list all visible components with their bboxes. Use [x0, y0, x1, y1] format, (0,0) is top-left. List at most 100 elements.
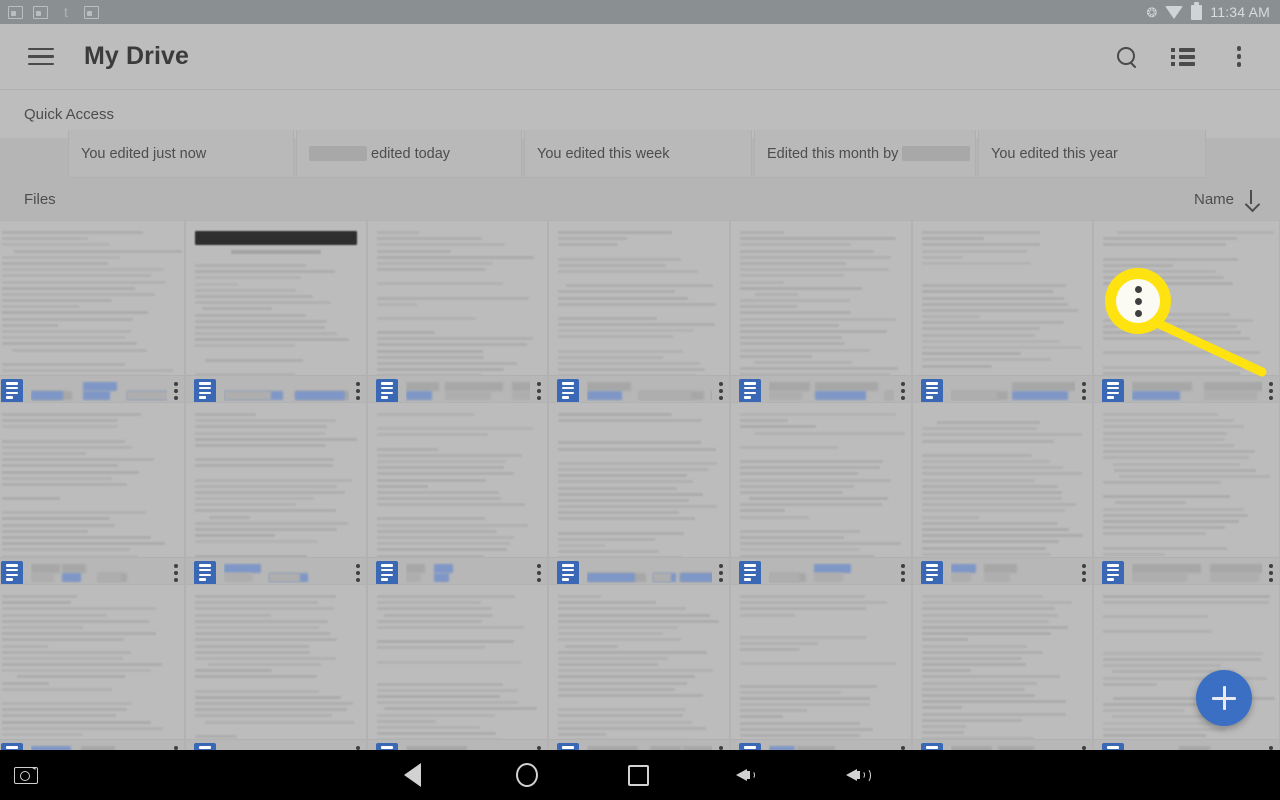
file-card[interactable]	[185, 220, 367, 406]
thumbnail-text-line	[377, 619, 483, 623]
file-name-blur-segment	[97, 572, 122, 582]
file-card[interactable]	[1093, 220, 1280, 406]
thumbnail-text-line	[558, 302, 716, 306]
quick-access-card[interactable]: You edited this year	[978, 130, 1206, 178]
status-clock: 11:34 AM	[1210, 4, 1270, 20]
file-card[interactable]	[185, 584, 367, 760]
file-name-blur-segment	[31, 572, 54, 582]
file-item-overflow-menu[interactable]	[900, 381, 905, 400]
file-card[interactable]	[730, 402, 912, 588]
thumbnail-text-line	[195, 625, 319, 629]
file-card[interactable]	[0, 220, 185, 406]
thumbnail-text-line	[2, 669, 152, 673]
thumbnail-text-line	[1103, 526, 1225, 530]
file-card[interactable]	[548, 584, 730, 760]
file-card[interactable]	[912, 584, 1093, 760]
file-item-overflow-menu[interactable]	[536, 563, 541, 582]
app-bar: My Drive	[0, 24, 1280, 90]
file-card[interactable]	[0, 584, 185, 760]
thumbnail-text-line	[2, 323, 58, 327]
thumbnail-text-line	[377, 427, 533, 431]
menu-icon[interactable]	[28, 47, 54, 67]
volume-down-button[interactable]	[736, 764, 762, 786]
home-button[interactable]	[516, 763, 538, 787]
thumbnail-text-line	[740, 317, 896, 321]
thumbnail-text-line	[558, 732, 607, 736]
file-item-overflow-menu[interactable]	[536, 381, 541, 400]
thumbnail-text-line	[558, 537, 656, 541]
file-item-overflow-menu[interactable]	[1081, 381, 1086, 400]
screenshot-button[interactable]	[10, 760, 42, 790]
thumbnail-text-line	[740, 311, 851, 315]
thumbnail-text-line	[377, 331, 435, 335]
quick-access-card[interactable]: Edited this month by	[754, 130, 976, 178]
thumbnail-text-line	[922, 663, 1027, 667]
file-item-overflow-menu[interactable]	[1268, 381, 1273, 400]
thumbnail-text-line	[740, 595, 866, 598]
file-card[interactable]	[367, 402, 548, 588]
thumbnail-text-line	[558, 607, 687, 611]
thumbnail-text-line	[922, 503, 1077, 507]
thumbnail-text-line	[202, 307, 272, 311]
thumbnail-text-line	[922, 650, 1044, 654]
file-card[interactable]	[367, 584, 548, 760]
back-button[interactable]	[404, 763, 421, 787]
thumbnail-text-line	[922, 509, 1065, 513]
file-thumbnail	[186, 403, 366, 559]
file-item-overflow-menu[interactable]	[900, 563, 905, 582]
quick-access-card-strip[interactable]: You edited just now edited today You edit…	[0, 130, 1280, 178]
file-name-blur-segment	[587, 390, 623, 400]
thumbnail-text-line	[1103, 682, 1157, 686]
thumbnail-text-line	[195, 484, 337, 488]
thumbnail-text-line	[1103, 481, 1221, 485]
tumblr-glyph: t	[64, 4, 68, 20]
thumbnail-text-line	[2, 663, 162, 667]
thumbnail-text-line	[558, 720, 692, 724]
file-thumbnail	[0, 221, 184, 377]
file-card[interactable]	[730, 220, 912, 406]
file-item-overflow-menu[interactable]	[718, 563, 723, 582]
file-item-overflow-menu[interactable]	[355, 563, 360, 582]
file-card[interactable]	[1093, 402, 1280, 588]
thumbnail-text-line	[2, 305, 79, 309]
file-card[interactable]	[730, 584, 912, 760]
file-item-overflow-menu[interactable]	[355, 381, 360, 400]
thumbnail-text-line	[195, 338, 350, 342]
file-card[interactable]	[185, 402, 367, 588]
file-card[interactable]	[548, 220, 730, 406]
bluetooth-icon: ❂	[1146, 4, 1158, 20]
file-card[interactable]	[912, 220, 1093, 406]
thumbnail-text-line	[565, 644, 619, 648]
search-button[interactable]	[1112, 42, 1142, 72]
quick-access-card[interactable]: You edited just now	[68, 130, 294, 178]
thumbnail-text-line	[195, 619, 329, 623]
file-item-overflow-menu[interactable]	[1081, 563, 1086, 582]
file-card[interactable]	[548, 402, 730, 588]
file-card[interactable]	[912, 402, 1093, 588]
thumbnail-text-line	[2, 439, 125, 443]
file-grid[interactable]	[0, 220, 1280, 760]
thumbnail-text-line	[1103, 456, 1250, 460]
thumbnail-text-line	[1103, 318, 1253, 322]
file-item-overflow-menu[interactable]	[1268, 563, 1273, 582]
thumbnail-text-line	[922, 515, 979, 519]
create-new-button[interactable]	[1196, 670, 1252, 726]
thumbnail-text-line	[377, 355, 485, 359]
recents-button[interactable]	[628, 764, 649, 786]
file-card[interactable]	[1093, 584, 1280, 760]
overflow-menu-button[interactable]	[1224, 42, 1254, 72]
file-card[interactable]	[0, 402, 185, 588]
file-item-overflow-menu[interactable]	[173, 381, 178, 400]
thumbnail-text-line	[922, 619, 1050, 623]
file-card[interactable]	[367, 220, 548, 406]
quick-access-card[interactable]: edited today	[296, 130, 522, 178]
file-item-overflow-menu[interactable]	[718, 381, 723, 400]
thumbnail-text-line	[195, 425, 327, 429]
volume-up-button[interactable]	[846, 764, 872, 786]
sort-control[interactable]: Name	[1194, 190, 1258, 208]
thumbnail-text-line	[2, 708, 127, 712]
thumbnail-text-line	[558, 498, 689, 502]
quick-access-card[interactable]: You edited this week	[524, 130, 752, 178]
file-item-overflow-menu[interactable]	[173, 563, 178, 582]
list-view-button[interactable]	[1168, 42, 1198, 72]
